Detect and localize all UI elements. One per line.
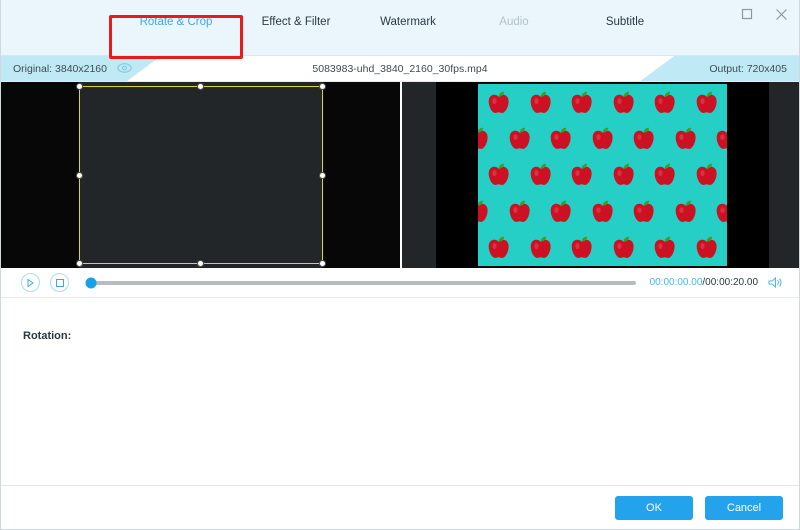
crop-handle-middle-right[interactable] — [319, 172, 326, 179]
apple-graphic — [527, 235, 554, 260]
apple-graphic — [651, 235, 678, 260]
maximize-icon[interactable] — [737, 4, 757, 24]
crop-handle-bottom-center[interactable] — [197, 260, 204, 267]
timecode-display: 00:00:00.00/00:00:20.00 — [650, 277, 758, 288]
close-icon[interactable] — [771, 4, 791, 24]
apple-graphic — [610, 90, 637, 115]
video-editor-window: Rotate & Crop Effect & Filter Watermark … — [0, 0, 800, 530]
preview-divider — [400, 82, 402, 268]
window-controls — [737, 4, 791, 24]
apple-graphic — [630, 199, 657, 224]
apple-graphic — [485, 90, 512, 115]
original-resolution-group: Original: 3840x2160 — [13, 56, 132, 82]
apple-graphic — [506, 126, 533, 151]
rotation-label: Rotation: — [23, 330, 71, 342]
seek-thumb[interactable] — [86, 277, 97, 288]
apple-graphic — [672, 199, 699, 224]
apple-graphic — [610, 235, 637, 260]
output-video-frame — [478, 84, 727, 266]
preview-area — [1, 82, 799, 268]
tab-rotate-and-crop[interactable]: Rotate & Crop — [114, 16, 238, 28]
apple-graphic — [485, 162, 512, 187]
controls-panel: Rotation: — [1, 298, 799, 478]
original-resolution-label: Original: 3840x2160 — [13, 63, 107, 75]
tab-watermark[interactable]: Watermark — [356, 16, 460, 28]
apple-graphic — [610, 162, 637, 187]
apple-graphic — [651, 90, 678, 115]
output-edge-right — [769, 82, 799, 268]
ok-button[interactable]: OK — [615, 496, 693, 520]
apple-graphic — [630, 126, 657, 151]
apple-graphic — [589, 126, 616, 151]
apple-graphic — [527, 162, 554, 187]
title-bar: Rotate & Crop Effect & Filter Watermark … — [1, 0, 799, 56]
tab-subtitle[interactable]: Subtitle — [575, 16, 675, 28]
current-time: 00:00:00.00 — [650, 277, 703, 288]
crop-handle-middle-left[interactable] — [76, 172, 83, 179]
cancel-button[interactable]: Cancel — [705, 496, 783, 520]
output-resolution-label: Output: 720x405 — [709, 56, 787, 82]
info-bar: 5083983-uhd_3840_2160_30fps.mp4 Original… — [1, 56, 799, 82]
crop-handle-bottom-left[interactable] — [76, 260, 83, 267]
apple-graphic — [547, 126, 574, 151]
apple-graphic — [568, 162, 595, 187]
eye-icon[interactable] — [117, 63, 132, 76]
source-preview-pane[interactable] — [1, 82, 400, 268]
apple-graphic — [485, 235, 512, 260]
apple-graphic — [568, 90, 595, 115]
output-preview-pane — [400, 82, 799, 268]
total-time: 00:00:20.00 — [705, 277, 758, 288]
letterbox-bar-left — [436, 82, 478, 268]
footer-bar: OK Cancel — [1, 485, 799, 529]
apple-graphic — [693, 162, 720, 187]
tab-audio: Audio — [469, 16, 559, 28]
crop-handle-top-left[interactable] — [76, 83, 83, 90]
crop-handle-top-right[interactable] — [319, 83, 326, 90]
apple-graphic — [672, 126, 699, 151]
output-edge-left — [400, 82, 436, 268]
apple-graphic — [693, 235, 720, 260]
crop-handle-bottom-right[interactable] — [319, 260, 326, 267]
apple-graphic — [651, 162, 678, 187]
crop-handle-top-center[interactable] — [197, 83, 204, 90]
apple-graphic — [506, 199, 533, 224]
letterbox-bar-right — [727, 82, 769, 268]
play-icon[interactable] — [21, 273, 40, 292]
stop-icon[interactable] — [50, 273, 69, 292]
apple-graphic — [527, 90, 554, 115]
tab-effect-and-filter[interactable]: Effect & Filter — [244, 16, 348, 28]
apple-graphic — [568, 235, 595, 260]
apple-graphic — [547, 199, 574, 224]
transport-bar: 00:00:00.00/00:00:20.00 — [1, 268, 799, 298]
seek-bar[interactable] — [91, 281, 636, 285]
apple-graphic — [693, 90, 720, 115]
volume-icon[interactable] — [768, 276, 783, 289]
crop-mask-right — [323, 82, 400, 268]
apple-graphic — [589, 199, 616, 224]
crop-mask-left — [1, 82, 79, 268]
